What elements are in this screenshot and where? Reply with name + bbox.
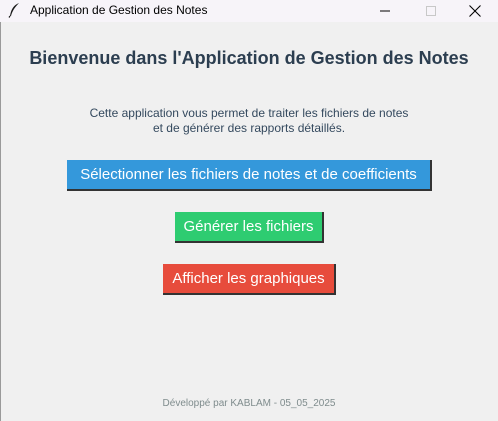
window-title: Application de Gestion des Notes — [30, 3, 208, 17]
welcome-heading: Bienvenue dans l'Application de Gestion … — [29, 48, 469, 68]
footer-credit: Développé par KABLAM - 05_05_2025 — [162, 398, 336, 409]
maximize-button[interactable] — [408, 0, 454, 22]
minimize-button[interactable] — [362, 0, 408, 22]
minimize-icon — [380, 6, 390, 16]
show-graphs-button[interactable]: Afficher les graphiques — [163, 264, 336, 295]
main-content: Bienvenue dans l'Application de Gestion … — [0, 22, 498, 421]
maximize-icon — [426, 6, 436, 16]
generate-files-button[interactable]: Générer les fichiers — [175, 212, 324, 243]
close-button[interactable] — [452, 0, 498, 22]
feather-icon — [8, 2, 22, 18]
description-line-2: et de générer des rapports détaillés. — [152, 121, 346, 135]
select-files-button[interactable]: Sélectionner les fichiers de notes et de… — [67, 160, 432, 191]
app-description: Cette application vous permet de traiter… — [0, 106, 498, 136]
title-bar[interactable]: Application de Gestion des Notes — [0, 0, 498, 22]
close-icon — [469, 5, 481, 17]
window-border — [0, 22, 1, 421]
description-line-1: Cette application vous permet de traiter… — [89, 106, 409, 120]
